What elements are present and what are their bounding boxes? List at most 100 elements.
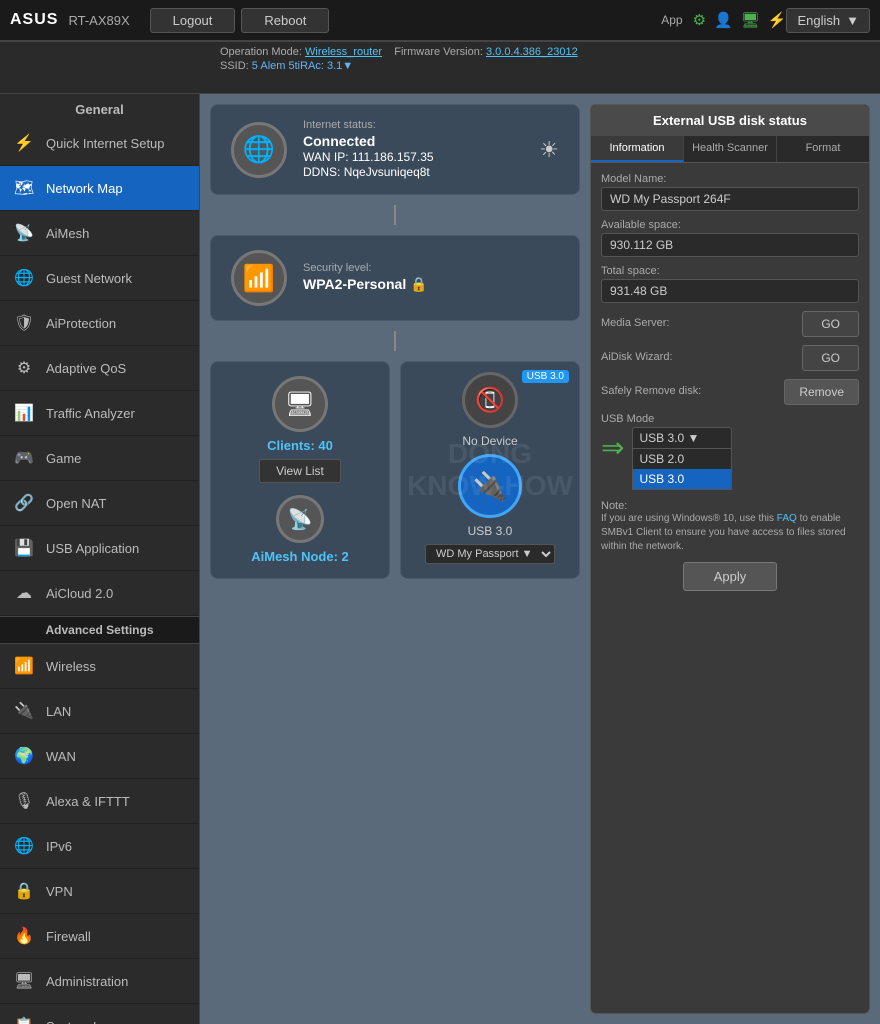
- top-icons: ⚙ 👤 🖥 ⚡: [693, 11, 787, 29]
- sidebar-item-label: AiProtection: [46, 316, 116, 331]
- sidebar-item-label: Alexa & IFTTT: [46, 794, 130, 809]
- sidebar-item-wireless[interactable]: 📶 Wireless: [0, 644, 199, 689]
- faq-link[interactable]: FAQ: [777, 513, 797, 524]
- aidisk-label: AiDisk Wizard:: [601, 351, 673, 363]
- quick-internet-setup-icon: ⚡: [10, 129, 38, 157]
- network-map-icon: 🗺: [10, 174, 38, 202]
- wireless-icon: 📶: [10, 652, 38, 680]
- internet-node: 🌐 Internet status: Connected WAN IP: 111…: [210, 104, 580, 195]
- security-level-value: WPA2-Personal 🔒: [303, 276, 559, 293]
- sidebar-item-administration[interactable]: 🖥 Administration: [0, 959, 199, 1004]
- sidebar-item-ipv6[interactable]: 🌐 IPv6: [0, 824, 199, 869]
- usb-mode-current-label: USB 3.0 ▼: [639, 431, 699, 445]
- sidebar-item-open-nat[interactable]: 🔗 Open NAT: [0, 481, 199, 526]
- aimesh-icon: 📡: [10, 219, 38, 247]
- sidebar-item-label: AiCloud 2.0: [46, 586, 113, 601]
- sidebar-item-label: Network Map: [46, 181, 123, 196]
- usb-icon[interactable]: ⚡: [768, 11, 787, 29]
- sidebar-item-vpn[interactable]: 🔒 VPN: [0, 869, 199, 914]
- connector-line-1: [394, 205, 396, 225]
- advanced-settings-label: Advanced Settings: [0, 616, 199, 644]
- note-label: Note:: [601, 500, 627, 512]
- safely-remove-label: Safely Remove disk:: [601, 385, 701, 397]
- sidebar-item-label: Game: [46, 451, 81, 466]
- logout-button[interactable]: Logout: [150, 8, 236, 33]
- aimesh-label: AiMesh Node:: [251, 549, 338, 564]
- sidebar-item-traffic-analyzer[interactable]: 📊 Traffic Analyzer: [0, 391, 199, 436]
- usb-mode-options: USB 2.0 USB 3.0: [632, 449, 732, 490]
- sidebar-item-aimesh[interactable]: 📡 AiMesh: [0, 211, 199, 256]
- op-mode-value[interactable]: Wireless_router: [305, 46, 382, 58]
- ddns-label: DDNS:: [303, 165, 340, 179]
- media-server-row: Media Server: GO: [601, 311, 859, 337]
- internet-status-value: Connected: [303, 133, 523, 149]
- clients-icon: 🖥: [272, 376, 328, 432]
- sidebar-item-label: Guest Network: [46, 271, 132, 286]
- usb-application-icon: 💾: [10, 534, 38, 562]
- sidebar-item-system-log[interactable]: 📋 System Log: [0, 1004, 199, 1024]
- clients-value: 40: [318, 438, 332, 453]
- usb-mode-option-30[interactable]: USB 3.0: [633, 469, 731, 489]
- screen-icon[interactable]: 🖥: [741, 11, 760, 29]
- security-node: 📶 Security level: WPA2-Personal 🔒: [210, 235, 580, 321]
- client-node: 🖥 Clients: 40 View List 📡 AiMesh Node: 2: [210, 361, 390, 579]
- wan-icon: 🌍: [10, 742, 38, 770]
- sidebar-item-aiprotection[interactable]: 🛡 AiProtection: [0, 301, 199, 346]
- settings-icon[interactable]: ⚙: [693, 11, 706, 29]
- sidebar-item-wan[interactable]: 🌍 WAN: [0, 734, 199, 779]
- available-space-row: Available space: 930.112 GB: [601, 219, 859, 257]
- ddns-value: NqeJvsuniqeq8t: [344, 165, 430, 179]
- user-icon[interactable]: 👤: [714, 11, 733, 29]
- top-bar: ASUS RT-AX89X Logout Reboot App ⚙ 👤 🖥 ⚡ …: [0, 0, 880, 42]
- aimesh-icon: 📡: [276, 495, 324, 543]
- sidebar-item-label: LAN: [46, 704, 71, 719]
- aimesh-value: 2: [342, 549, 349, 564]
- adaptive-qos-icon: ⚙: [10, 354, 38, 382]
- administration-icon: 🖥: [10, 967, 38, 995]
- media-server-label: Media Server:: [601, 317, 669, 329]
- remove-button[interactable]: Remove: [784, 379, 859, 405]
- main-layout: General ⚡ Quick Internet Setup 🗺 Network…: [0, 94, 880, 1024]
- sidebar-item-aicloud[interactable]: ☁ AiCloud 2.0: [0, 571, 199, 616]
- media-server-go-button[interactable]: GO: [802, 311, 859, 337]
- aimesh-count: AiMesh Node: 2: [251, 549, 349, 564]
- reboot-button[interactable]: Reboot: [241, 8, 329, 33]
- sidebar-item-network-map[interactable]: 🗺 Network Map: [0, 166, 199, 211]
- security-level-label: Security level:: [303, 262, 559, 274]
- sidebar-item-label: Administration: [46, 974, 128, 989]
- apply-button[interactable]: Apply: [683, 562, 778, 591]
- sidebar-item-lan[interactable]: 🔌 LAN: [0, 689, 199, 734]
- device-select[interactable]: WD My Passport ▼: [425, 544, 555, 564]
- sidebar-item-guest-network[interactable]: 🌐 Guest Network: [0, 256, 199, 301]
- sidebar-item-game[interactable]: 🎮 Game: [0, 436, 199, 481]
- usb-mode-option-20[interactable]: USB 2.0: [633, 449, 731, 469]
- aiprotection-icon: 🛡: [10, 309, 38, 337]
- sidebar-item-quick-internet-setup[interactable]: ⚡ Quick Internet Setup: [0, 121, 199, 166]
- view-list-button[interactable]: View List: [259, 459, 341, 483]
- clients-label: Clients:: [267, 438, 315, 453]
- tab-format[interactable]: Format: [777, 136, 869, 162]
- sidebar-item-firewall[interactable]: 🔥 Firewall: [0, 914, 199, 959]
- usb-panel-title: External USB disk status: [591, 105, 869, 136]
- tab-information[interactable]: Information: [591, 136, 684, 162]
- firmware-value[interactable]: 3.0.0.4.386_23012: [486, 46, 578, 58]
- tab-health-scanner[interactable]: Health Scanner: [684, 136, 777, 162]
- wan-label: WAN IP:: [303, 150, 349, 164]
- firewall-icon: 🔥: [10, 922, 38, 950]
- aidisk-go-button[interactable]: GO: [802, 345, 859, 371]
- usb-panel-tabs: Information Health Scanner Format: [591, 136, 869, 163]
- total-space-value: 931.48 GB: [601, 279, 859, 303]
- wan-value: 111.186.157.35: [352, 150, 434, 164]
- network-map-area: 🌐 Internet status: Connected WAN IP: 111…: [210, 104, 580, 1014]
- firmware-label: Firmware Version:: [394, 46, 483, 58]
- sidebar-item-alexa[interactable]: 🎙 Alexa & IFTTT: [0, 779, 199, 824]
- usb-mode-current[interactable]: USB 3.0 ▼: [632, 427, 732, 449]
- ssid-value: 5 Alem 5tiRAc: 3.1▼: [252, 60, 353, 72]
- ddns: DDNS: NqeJvsuniqeq8t: [303, 165, 523, 179]
- sidebar-item-usb-application[interactable]: 💾 USB Application: [0, 526, 199, 571]
- sidebar-item-adaptive-qos[interactable]: ⚙ Adaptive QoS: [0, 346, 199, 391]
- app-label: App: [661, 13, 682, 27]
- sidebar-item-label: VPN: [46, 884, 73, 899]
- language-selector[interactable]: English ▼: [786, 8, 870, 33]
- op-mode-row: Operation Mode: Wireless_router Firmware…: [220, 46, 870, 58]
